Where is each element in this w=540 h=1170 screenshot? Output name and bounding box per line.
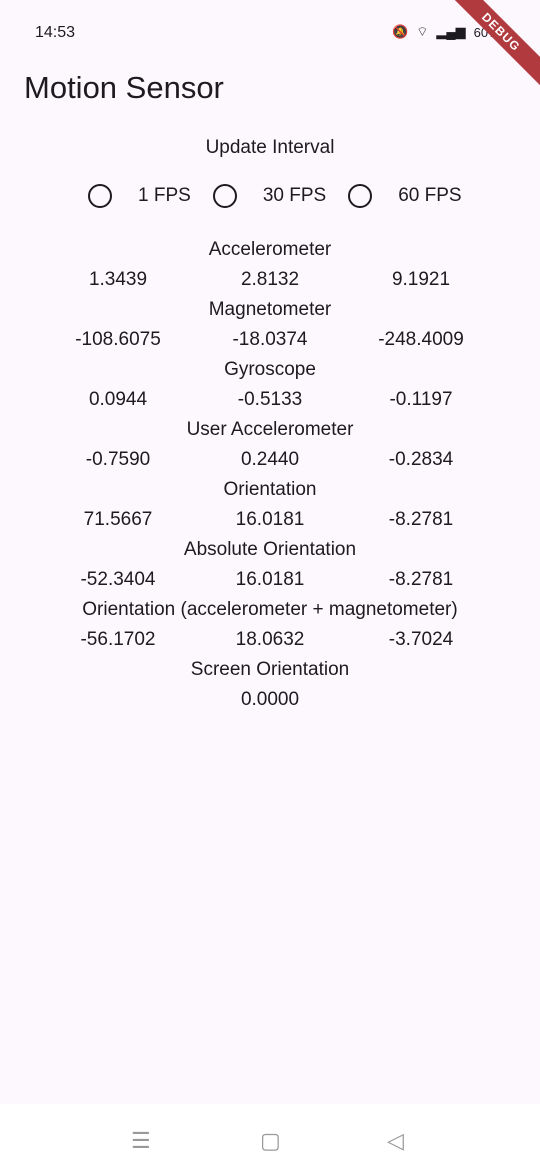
status-bar: 14:53 🔕 ⌔ ▂▄▆ 60% <box>0 0 540 64</box>
sensor-label: User Accelerometer <box>186 419 354 440</box>
radio-1fps[interactable]: 1 FPS <box>88 184 191 208</box>
sensor-value-z: -0.1197 <box>389 389 453 410</box>
screen-orientation-value: 0.0000 <box>240 689 300 710</box>
sensor-values-row: -52.3404 16.0181 -8.2781 <box>0 569 540 599</box>
radio-60fps[interactable]: 60 FPS <box>348 184 462 208</box>
sensor-value-y: -0.5133 <box>237 389 303 410</box>
sensor-value-x: 0.0944 <box>88 389 148 410</box>
radio-circle-icon[interactable] <box>212 184 237 208</box>
sensor-value-x: -56.1702 <box>80 629 156 650</box>
radio-label: 30 FPS <box>262 185 327 206</box>
sensor-value-z: -248.4009 <box>378 329 464 350</box>
radio-label: 1 FPS <box>138 185 191 206</box>
screen-orientation-label: Screen Orientation <box>190 659 350 680</box>
signal-icon: ▂▄▆ <box>436 24 466 39</box>
radio-circle-icon[interactable] <box>348 184 373 208</box>
sensor-value-z: -8.2781 <box>388 569 454 590</box>
navigation-bar: ☰ ▢ ◁ <box>0 1104 540 1170</box>
wifi-icon: ⌔ <box>416 24 429 39</box>
sensor-value-x: -108.6075 <box>75 329 161 350</box>
sensor-value-z: -8.2781 <box>388 509 454 530</box>
sensor-values-row: -108.6075 -18.0374 -248.4009 <box>0 329 540 359</box>
sensor-value-x: -0.7590 <box>85 449 151 470</box>
sensor-value-y: -18.0374 <box>232 329 308 350</box>
update-interval-label: Update Interval <box>205 137 335 158</box>
sensor-value-y: 16.0181 <box>235 509 305 530</box>
sensor-value-x: 1.3439 <box>88 269 148 290</box>
radio-label: 60 FPS <box>398 185 462 206</box>
sensor-label: Orientation (accelerometer + magnetomete… <box>82 599 458 620</box>
sensor-value-z: 9.1921 <box>391 269 451 290</box>
sensor-value-x: -52.3404 <box>80 569 156 590</box>
sensor-value-x: 71.5667 <box>83 509 153 530</box>
sensor-label: Magnetometer <box>208 299 332 320</box>
sensor-value-z: -3.7024 <box>388 629 454 650</box>
sensor-label: Orientation <box>223 479 317 500</box>
sensor-values-row: 71.5667 16.0181 -8.2781 <box>0 509 540 539</box>
status-time: 14:53 <box>35 24 76 41</box>
sensor-value-y: 2.8132 <box>240 269 300 290</box>
sensor-label: Gyroscope <box>224 359 316 380</box>
sensor-label: Accelerometer <box>208 239 332 260</box>
sensor-value-y: 0.2440 <box>240 449 300 470</box>
sensor-value-y: 18.0632 <box>235 629 305 650</box>
mute-icon: 🔕 <box>392 24 409 39</box>
sensor-value-y: 16.0181 <box>235 569 305 590</box>
back-icon[interactable]: ◁ <box>387 1128 404 1154</box>
sensor-values-row: 1.3439 2.8132 9.1921 <box>0 269 540 299</box>
home-icon[interactable]: ▢ <box>260 1128 281 1154</box>
sensor-values-row: -0.7590 0.2440 -0.2834 <box>0 449 540 479</box>
menu-icon[interactable]: ☰ <box>131 1128 151 1154</box>
sensor-value-z: -0.2834 <box>388 449 454 470</box>
sensor-values-row: -56.1702 18.0632 -3.7024 <box>0 629 540 659</box>
radio-30fps[interactable]: 30 FPS <box>212 184 327 208</box>
radio-circle-icon[interactable] <box>88 184 112 208</box>
sensor-label: Absolute Orientation <box>183 539 357 560</box>
sensor-values-row: 0.0944 -0.5133 -0.1197 <box>0 389 540 419</box>
page-title: Motion Sensor <box>24 70 224 105</box>
update-interval-radio-group: 1 FPS 30 FPS 60 FPS <box>88 184 484 208</box>
